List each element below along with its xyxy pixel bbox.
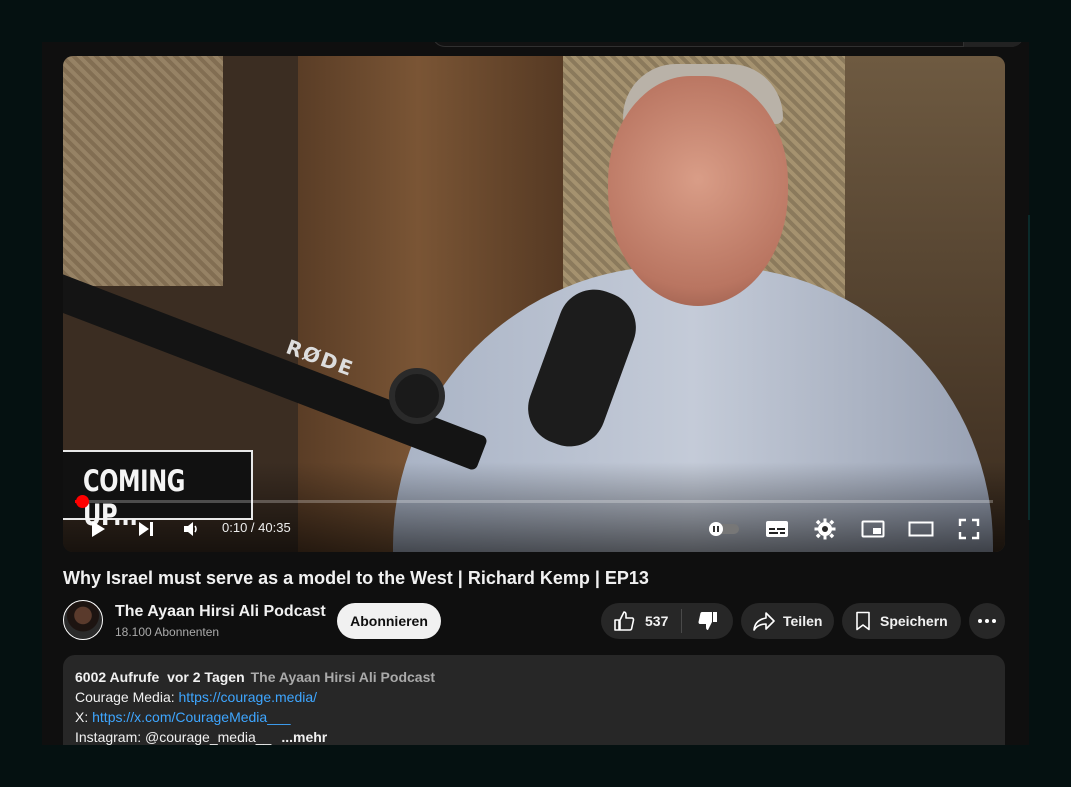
thumbs-up-icon — [614, 611, 635, 631]
video-player[interactable]: RØDE COMING UP... 0:10 / 40:35 — [63, 56, 1005, 552]
fullscreen-icon — [958, 518, 980, 540]
description-line-instagram: Instagram: @courage_media__ ...mehr — [75, 727, 993, 745]
show-more-link[interactable]: ...mehr — [281, 729, 327, 745]
share-icon — [753, 612, 775, 631]
volume-button[interactable] — [176, 511, 206, 547]
instagram-text: Instagram: @courage_media__ — [75, 729, 272, 745]
channel-name[interactable]: The Ayaan Hirsi Ali Podcast — [115, 603, 326, 621]
time-total: 40:35 — [258, 520, 291, 535]
player-controls: 0:10 / 40:35 — [63, 511, 1005, 547]
progress-scrubber[interactable] — [76, 495, 89, 508]
subtitles-button[interactable] — [761, 511, 793, 547]
theater-mode-button[interactable] — [904, 511, 938, 547]
play-button[interactable] — [83, 511, 113, 547]
upload-date: vor 2 Tagen — [167, 669, 245, 685]
autoplay-toggle[interactable] — [706, 511, 742, 547]
time-separator: / — [247, 520, 259, 535]
speaker-head — [608, 76, 788, 306]
progress-bar[interactable] — [75, 495, 993, 508]
thumbs-down-icon — [698, 612, 717, 630]
bookmark-icon — [856, 611, 870, 631]
theater-mode-icon — [908, 521, 934, 537]
fullscreen-button[interactable] — [953, 511, 985, 547]
gear-icon — [814, 518, 836, 540]
autoplay-toggle-icon — [709, 522, 739, 536]
share-button[interactable]: Teilen — [741, 603, 834, 639]
youtube-watch-page: RØDE COMING UP... 0:10 / 40:35 Why Israe… — [42, 42, 1029, 745]
miniplayer-icon — [861, 520, 885, 538]
description-meta: 6002 Aufrufe vor 2 Tagen The Ayaan Hirsi … — [75, 667, 993, 687]
view-count: 6002 Aufrufe — [75, 669, 160, 685]
more-actions-button[interactable] — [969, 603, 1005, 639]
subtitles-icon — [766, 521, 788, 537]
volume-icon — [184, 522, 197, 536]
wallpaper-left — [63, 56, 223, 286]
search-bar-edge[interactable] — [432, 42, 1024, 47]
description-line-courage: Courage Media: https://courage.media/ — [75, 687, 993, 707]
courage-media-link[interactable]: https://courage.media/ — [179, 689, 318, 705]
like-dislike-group: 537 — [601, 603, 733, 639]
next-button[interactable] — [131, 511, 161, 547]
x-label: X: — [75, 709, 93, 725]
time-current: 0:10 — [222, 520, 248, 535]
x-link[interactable]: https://x.com/CourageMedia___ — [92, 709, 290, 725]
description-channel: The Ayaan Hirsi Ali Podcast — [250, 669, 436, 685]
search-button[interactable] — [963, 42, 1023, 47]
window-edge — [1028, 215, 1030, 520]
more-horizontal-icon — [978, 619, 996, 623]
play-icon — [92, 521, 105, 537]
time-display: 0:10 / 40:35 — [222, 520, 291, 535]
subscriber-count: 18.100 Abonnenten — [115, 625, 220, 639]
settings-button[interactable] — [809, 511, 841, 547]
channel-avatar[interactable] — [63, 600, 103, 640]
coming-up-overlay: COMING UP... — [63, 450, 253, 532]
like-count: 537 — [645, 613, 669, 629]
video-title: Why Israel must serve as a model to the … — [63, 568, 649, 588]
description-box[interactable]: 6002 Aufrufe vor 2 Tagen The Ayaan Hirsi … — [63, 655, 1005, 745]
courage-label: Courage Media: — [75, 689, 179, 705]
mic-joint — [389, 368, 445, 424]
save-label: Speichern — [880, 613, 948, 629]
miniplayer-button[interactable] — [857, 511, 889, 547]
description-line-x: X: https://x.com/CourageMedia___ — [75, 707, 993, 727]
dislike-button[interactable] — [682, 603, 733, 639]
subscribe-button[interactable]: Abonnieren — [337, 603, 441, 639]
like-button[interactable]: 537 — [601, 603, 681, 639]
next-icon — [139, 522, 153, 536]
save-button[interactable]: Speichern — [842, 603, 961, 639]
share-label: Teilen — [783, 613, 823, 629]
